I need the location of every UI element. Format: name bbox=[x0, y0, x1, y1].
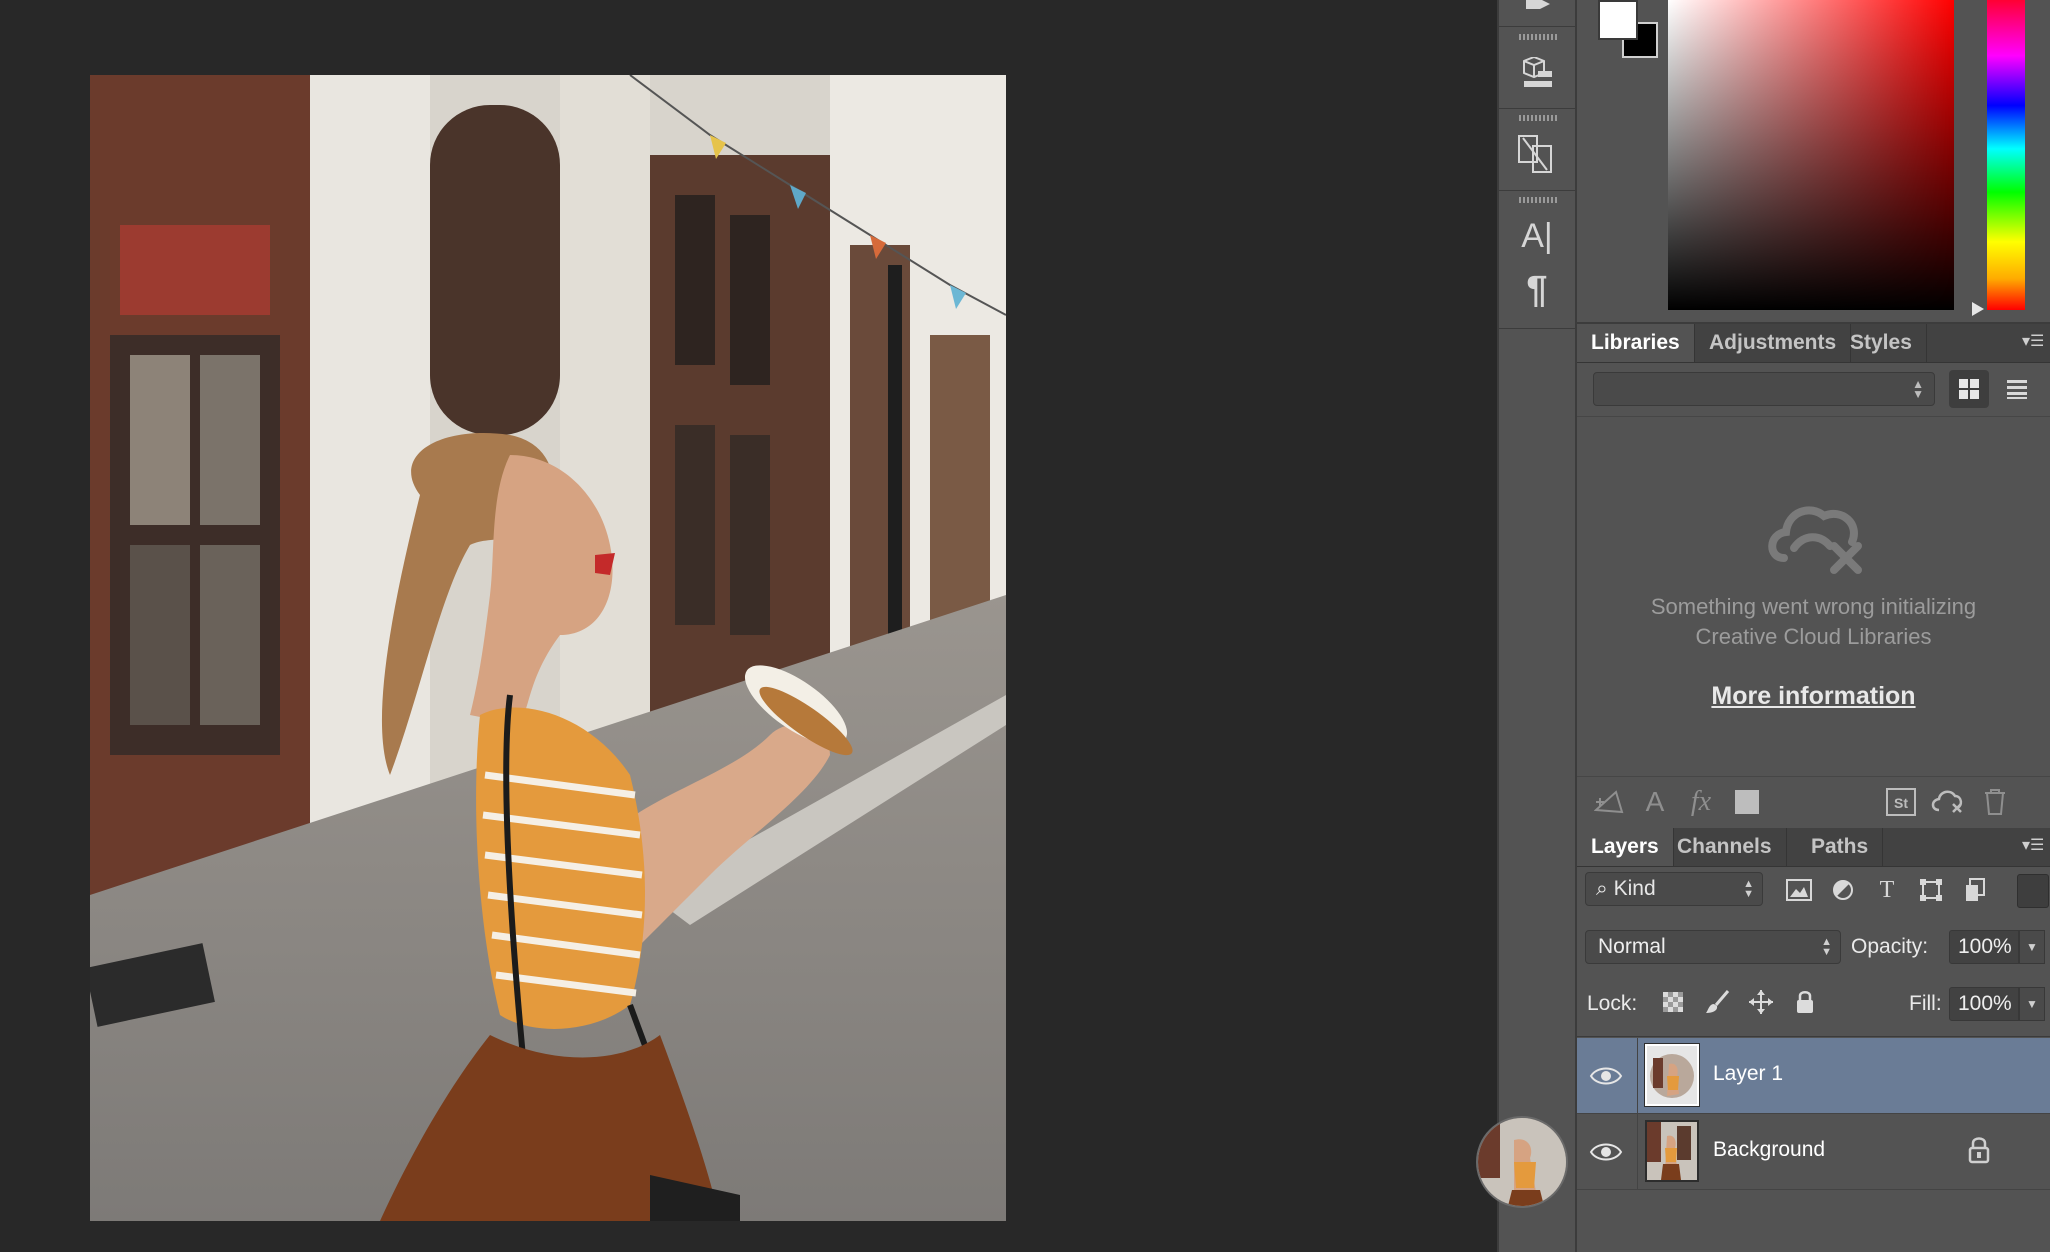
creative-cloud-error-icon bbox=[1768, 506, 1862, 574]
filter-toggle-button[interactable] bbox=[2017, 874, 2049, 908]
floating-layer-preview[interactable] bbox=[1476, 1116, 1568, 1208]
lock-transparent-pixels-icon[interactable] bbox=[1657, 986, 1689, 1018]
adobe-stock-icon[interactable]: St bbox=[1885, 787, 1917, 817]
filter-shape-layers-icon[interactable] bbox=[1915, 874, 1947, 906]
eye-visibility-icon[interactable] bbox=[1589, 1062, 1623, 1090]
layer-filter-select[interactable]: ⌕ Kind ▲ ▼ bbox=[1585, 872, 1763, 906]
panel-grip[interactable] bbox=[1519, 34, 1557, 40]
right-panel-dock: Libraries Adjustments Styles ▾☰ ▲ ▼ Somet… bbox=[1577, 0, 2050, 1252]
tab-channels[interactable]: Channels bbox=[1663, 828, 1787, 866]
layer-row-background[interactable]: Background bbox=[1577, 1114, 2050, 1190]
add-fill-color-icon[interactable] bbox=[1731, 787, 1763, 817]
lock-label: Lock: bbox=[1587, 992, 1638, 1015]
panel-menu-icon[interactable]: ▾☰ bbox=[2022, 334, 2044, 350]
paragraph-panel-icon[interactable]: ¶ bbox=[1513, 266, 1561, 314]
search-icon: ⌕ bbox=[1596, 877, 1608, 900]
document-canvas[interactable] bbox=[0, 0, 1497, 1252]
layer-name[interactable]: Background bbox=[1713, 1138, 1825, 1162]
glyphs-panel-icon[interactable] bbox=[1513, 130, 1561, 178]
layer-thumbnail bbox=[1645, 1120, 1699, 1182]
tab-adjustments[interactable]: Adjustments bbox=[1695, 324, 1852, 362]
eye-visibility-icon[interactable] bbox=[1589, 1138, 1623, 1166]
history-brush-panel-icon[interactable] bbox=[1513, 0, 1561, 32]
filter-pixel-layers-icon[interactable] bbox=[1783, 874, 1815, 906]
color-picker-panel bbox=[1577, 0, 2050, 324]
layer-row-layer-1[interactable]: Layer 1 bbox=[1577, 1038, 2050, 1114]
document-image[interactable] bbox=[90, 75, 1006, 1221]
divider bbox=[1577, 416, 2050, 417]
fill-label: Fill: bbox=[1909, 992, 1942, 1015]
layer-lock-icon bbox=[1968, 1137, 1990, 1164]
panel-menu-icon[interactable]: ▾☰ bbox=[2022, 838, 2044, 854]
panel-grip[interactable] bbox=[1519, 197, 1557, 203]
more-information-link[interactable]: More information bbox=[1597, 682, 2030, 711]
filter-adjustment-layers-icon[interactable] bbox=[1827, 874, 1859, 906]
hue-spectrum-bar[interactable] bbox=[1987, 0, 2025, 310]
filter-smart-objects-icon[interactable] bbox=[1959, 874, 1991, 906]
opacity-input[interactable]: 100% bbox=[1949, 930, 2019, 964]
panel-grip[interactable] bbox=[1519, 115, 1557, 121]
select-arrows-icon: ▲ ▼ bbox=[1743, 878, 1754, 900]
libraries-footer-toolbar: A fx St bbox=[1577, 776, 2050, 827]
fill-input[interactable]: 100% bbox=[1949, 987, 2019, 1021]
add-character-style-icon[interactable]: A bbox=[1639, 786, 1671, 817]
lock-image-pixels-brush-icon[interactable] bbox=[1701, 986, 1733, 1018]
tab-styles[interactable]: Styles bbox=[1836, 324, 1927, 362]
foreground-color-swatch[interactable] bbox=[1598, 0, 1638, 40]
libraries-error-message: Something went wrong initializing Creati… bbox=[1650, 594, 1977, 649]
tab-libraries[interactable]: Libraries bbox=[1577, 324, 1695, 362]
layer-name[interactable]: Layer 1 bbox=[1713, 1062, 1783, 1086]
tab-layers[interactable]: Layers bbox=[1577, 828, 1674, 866]
lock-all-icon[interactable] bbox=[1789, 986, 1821, 1018]
fill-dropdown-button[interactable]: ▼ bbox=[2019, 987, 2045, 1021]
lock-position-move-icon[interactable] bbox=[1745, 986, 1777, 1018]
add-graphic-icon[interactable] bbox=[1593, 787, 1625, 817]
character-panel-icon[interactable]: A| bbox=[1513, 212, 1561, 260]
library-select[interactable]: ▲ ▼ bbox=[1593, 372, 1935, 406]
cc-sync-icon[interactable] bbox=[1931, 787, 1963, 817]
panel-icon-strip: A| ¶ bbox=[1497, 0, 1577, 1252]
opacity-label: Opacity: bbox=[1851, 935, 1929, 958]
svg-text:St: St bbox=[1894, 795, 1908, 811]
grid-icon bbox=[1959, 379, 1979, 399]
filter-type-layers-icon[interactable]: T bbox=[1871, 874, 1903, 906]
tab-paths[interactable]: Paths bbox=[1797, 828, 1884, 866]
saturation-brightness-field[interactable] bbox=[1668, 0, 1954, 310]
layer-thumbnail bbox=[1644, 1043, 1700, 1107]
3d-panel-icon[interactable] bbox=[1513, 50, 1561, 98]
divider bbox=[1577, 1036, 2050, 1037]
layers-tab-row: Layers Channels Paths ▾☰ bbox=[1577, 828, 2050, 867]
grid-view-button[interactable] bbox=[1949, 370, 1989, 408]
list-icon bbox=[2007, 380, 2027, 399]
libraries-tab-row: Libraries Adjustments Styles ▾☰ bbox=[1577, 324, 2050, 363]
image-thumbnail bbox=[1478, 1118, 1566, 1206]
trash-icon[interactable] bbox=[1979, 787, 2011, 817]
select-arrows-icon: ▲ ▼ bbox=[1912, 377, 1924, 401]
blend-mode-select[interactable]: Normal ▲ ▼ bbox=[1585, 930, 1841, 964]
opacity-dropdown-button[interactable]: ▼ bbox=[2019, 930, 2045, 964]
add-layer-style-icon[interactable]: fx bbox=[1685, 786, 1717, 817]
list-view-button[interactable] bbox=[1997, 370, 2037, 408]
select-arrows-icon: ▲ ▼ bbox=[1821, 936, 1832, 958]
street-photo bbox=[90, 75, 1006, 1221]
hue-slider-arrow-icon[interactable] bbox=[1972, 302, 1984, 316]
